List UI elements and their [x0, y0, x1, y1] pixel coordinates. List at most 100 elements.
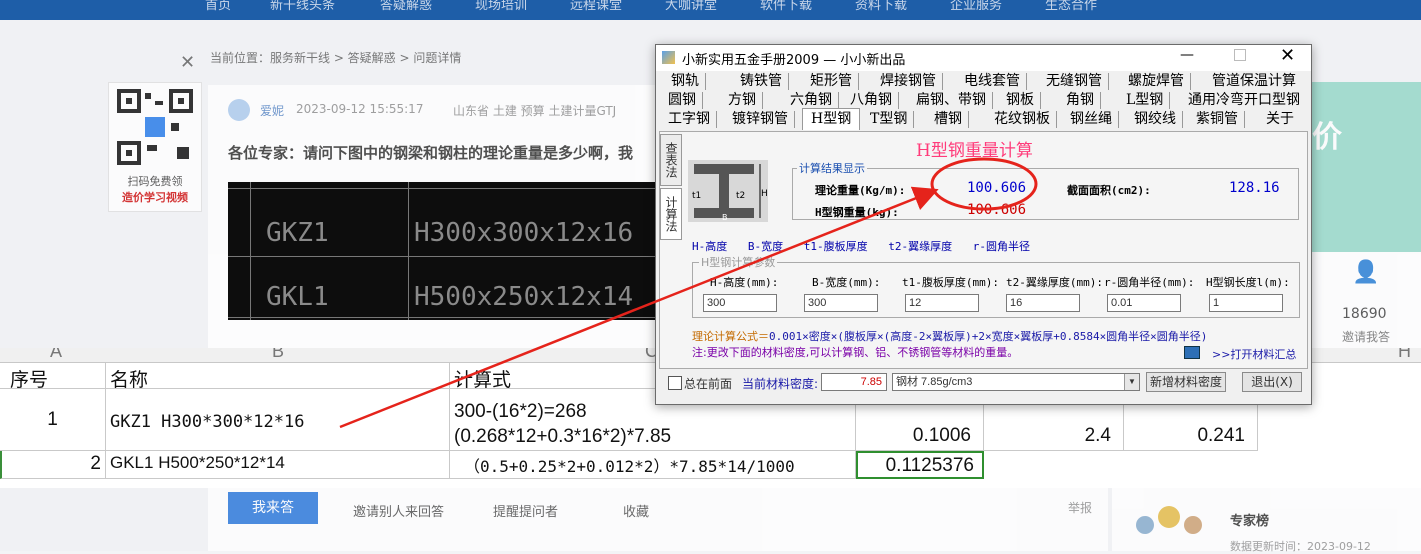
- content-pane: 查表法 计算法 H t1 t2 B H型钢重量计算 计算结果显示 理论重量(Kg…: [659, 131, 1308, 369]
- length-input[interactable]: 1: [1209, 294, 1283, 312]
- avatar: [228, 99, 250, 121]
- tab-item[interactable]: 镀锌钢管: [726, 111, 795, 128]
- radius-input[interactable]: 0.01: [1107, 294, 1181, 312]
- density-label: 当前材料密度:: [742, 377, 819, 391]
- close-icon[interactable]: ✕: [180, 52, 195, 73]
- svg-text:t2: t2: [736, 191, 745, 201]
- param-label: B-宽度(mm):: [812, 276, 881, 289]
- legend-item: t2-翼缘厚度: [888, 240, 953, 253]
- side-tab-calc[interactable]: 计算法: [660, 188, 682, 240]
- answer-button[interactable]: 我来答: [228, 492, 318, 524]
- tab-item[interactable]: 扁钢、带钢: [910, 92, 993, 109]
- tab-item[interactable]: 角钢: [1060, 92, 1101, 109]
- title-bar[interactable]: 小新实用五金手册2009 — 小小新出品 — ✕: [656, 45, 1311, 71]
- column-letter: A: [50, 348, 63, 361]
- tab-item[interactable]: 方钢: [722, 92, 763, 109]
- tab-item[interactable]: 通用冷弯开口型钢: [1182, 92, 1306, 109]
- tab-item[interactable]: 紫铜管: [1190, 111, 1245, 128]
- add-density-button[interactable]: 新增材料密度: [1146, 372, 1226, 392]
- invite-user-icon: 👤: [1352, 260, 1380, 285]
- promo-banner[interactable]: 价: [1308, 82, 1421, 252]
- height-input[interactable]: 300: [703, 294, 777, 312]
- report-link[interactable]: 举报: [1068, 499, 1092, 516]
- tab-item[interactable]: 钢绞线: [1128, 111, 1183, 128]
- close-icon[interactable]: ✕: [1280, 45, 1295, 66]
- nav-item[interactable]: 生态合作: [1045, 0, 1097, 13]
- category-tabs: 钢轨 铸铁管 矩形管 焊接钢管 电线套管 无缝钢管 螺旋焊管 管道保温计算 圆钢…: [656, 73, 1311, 131]
- side-tab-lookup[interactable]: 查表法: [660, 134, 682, 186]
- result-group-title: 计算结果显示: [799, 162, 865, 175]
- cad-spec: H500x250x12x14: [414, 282, 634, 312]
- nav-item[interactable]: 新干线头条: [270, 0, 335, 13]
- collect-link[interactable]: 收藏: [623, 501, 649, 520]
- formula-line: (0.268*12+0.3*16*2)*7.85: [454, 426, 672, 447]
- tab-item[interactable]: 无缝钢管: [1040, 73, 1109, 90]
- formula-prefix: 理论计算公式＝: [692, 330, 769, 343]
- beam-weight-value: 100.606: [967, 202, 1027, 218]
- tab-item[interactable]: T型钢: [864, 111, 915, 128]
- tab-item[interactable]: 关于: [1260, 111, 1300, 128]
- nav-item[interactable]: 现场培训: [475, 0, 527, 13]
- expert-panel: 专家榜 数据更新时间：2023-09-12: [1112, 488, 1421, 553]
- legend-item: B-宽度: [747, 240, 784, 253]
- cad-drawing: GKZ1 H300x300x12x16 GKL1 H500x250x12x14: [228, 182, 668, 320]
- hardware-manual-window: 小新实用五金手册2009 — 小小新出品 — ✕ 钢轨 铸铁管 矩形管 焊接钢管…: [655, 44, 1312, 405]
- chevron-down-icon[interactable]: ▼: [1124, 374, 1139, 390]
- material-select[interactable]: 钢材 7.85g/cm3 ▼: [892, 373, 1140, 391]
- tab-item[interactable]: 焊接钢管: [874, 73, 943, 90]
- tab-item[interactable]: 螺旋焊管: [1122, 73, 1191, 90]
- remind-asker-link[interactable]: 提醒提问者: [493, 501, 558, 520]
- tab-item[interactable]: 管道保温计算: [1206, 73, 1302, 90]
- nav-item[interactable]: 企业服务: [950, 0, 1002, 13]
- nav-item[interactable]: 远程课堂: [570, 0, 622, 13]
- tab-item[interactable]: 矩形管: [804, 73, 859, 90]
- name-cell: GKZ1 H300*300*12*16: [106, 389, 450, 451]
- width-input[interactable]: 300: [804, 294, 878, 312]
- question-user[interactable]: 爱妮: [260, 102, 284, 119]
- column-letter: H: [1398, 348, 1411, 361]
- tab-item[interactable]: 铸铁管: [734, 73, 789, 90]
- open-materials-link[interactable]: >>打开材料汇总: [1212, 346, 1296, 362]
- tab-item[interactable]: 工字钢: [662, 111, 717, 128]
- result-group: 计算结果显示 理论重量(Kg/m): 100.606 截面面积(cm2): 12…: [792, 160, 1299, 220]
- exit-button[interactable]: 退出(X): [1242, 372, 1302, 392]
- nav-item[interactable]: 资料下载: [855, 0, 907, 13]
- always-top-checkbox[interactable]: [668, 376, 682, 390]
- tab-item[interactable]: 钢丝绳: [1064, 111, 1119, 128]
- promo-banner-text: 价: [1312, 120, 1342, 155]
- web-thickness-input[interactable]: 12: [905, 294, 979, 312]
- question-meta: 山东省 土建 预算 土建计量GTJ: [453, 104, 617, 118]
- tab-item[interactable]: 八角钢: [844, 92, 899, 109]
- legend-item: r-圆角半径: [972, 240, 1030, 253]
- tab-item[interactable]: 圆钢: [662, 92, 703, 109]
- cad-name: GKZ1: [266, 218, 329, 248]
- maximize-icon[interactable]: [1234, 49, 1246, 61]
- always-top-label: 总在前面: [684, 377, 733, 391]
- tab-item[interactable]: 钢板: [1000, 92, 1041, 109]
- tab-item[interactable]: 花纹钢板: [988, 111, 1057, 128]
- beam-weight-label: H型钢重量(kg):: [815, 206, 899, 219]
- invite-label[interactable]: 邀请我答: [1342, 328, 1390, 345]
- tab-item-active[interactable]: H型钢: [802, 108, 861, 130]
- density-note: 注:更改下面的材料密度,可以计算钢、铝、不锈钢管等材料的重量。: [692, 346, 1019, 359]
- flange-thickness-input[interactable]: 16: [1006, 294, 1080, 312]
- tab-item[interactable]: L型钢: [1120, 92, 1171, 109]
- tab-item[interactable]: 电线套管: [958, 73, 1027, 90]
- nav-item[interactable]: 首页: [205, 0, 231, 13]
- header-cell: 名称: [106, 363, 450, 391]
- selected-cell[interactable]: 0.1125376: [856, 451, 984, 479]
- nav-item[interactable]: 答疑解惑: [380, 0, 432, 13]
- formula-text: 理论计算公式＝0.001×密度×(腹板厚×(高度-2×翼板厚)+2×宽度×翼板厚…: [692, 328, 1207, 344]
- density-input[interactable]: 7.85: [821, 373, 887, 391]
- site-nav-bar: 首页 新干线头条 答疑解惑 现场培训 远程课堂 大咖讲堂 软件下载 资料下载 企…: [0, 0, 1421, 20]
- svg-text:B: B: [722, 213, 728, 222]
- window-title: 小新实用五金手册2009 — 小小新出品: [682, 53, 906, 68]
- nav-item[interactable]: 大咖讲堂: [665, 0, 717, 13]
- invite-others-link[interactable]: 邀请别人来回答: [353, 501, 444, 520]
- tab-item[interactable]: 槽钢: [928, 111, 969, 128]
- nav-item[interactable]: 软件下载: [760, 0, 812, 13]
- cad-spec: H300x300x12x16: [414, 218, 634, 248]
- minimize-icon[interactable]: —: [1180, 47, 1194, 63]
- tab-item[interactable]: 钢轨: [665, 73, 706, 90]
- tab-item[interactable]: 六角钢: [784, 92, 839, 109]
